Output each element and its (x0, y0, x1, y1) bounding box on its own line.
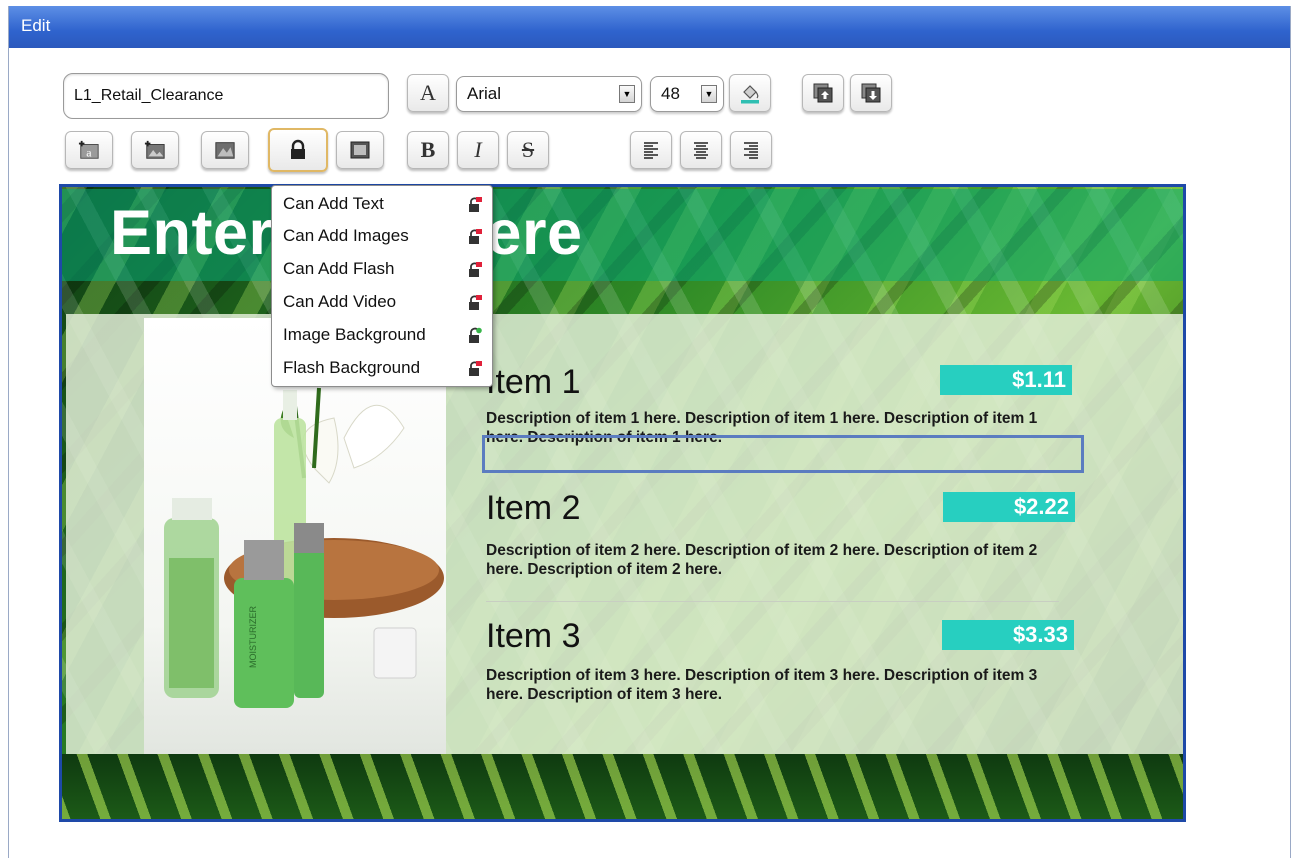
lock-locked-icon (469, 295, 482, 310)
item-2-price[interactable]: $2.22 (943, 492, 1075, 522)
item-divider (486, 601, 1059, 602)
background-button[interactable] (336, 131, 384, 169)
item-3-name[interactable]: Item 3 (486, 617, 580, 656)
item-3-price[interactable]: $3.33 (942, 620, 1074, 650)
lock-locked-icon (469, 197, 482, 212)
align-right-icon (744, 142, 758, 159)
lock-locked-icon (469, 229, 482, 244)
lock-unlocked-icon (469, 327, 482, 343)
bring-forward-icon (813, 83, 833, 103)
lock-settings-button[interactable] (268, 128, 328, 172)
align-center-button[interactable] (680, 131, 722, 169)
edit-window: Edit A Arial ▼ 48 ▼ (8, 6, 1291, 858)
chevron-down-icon: ▼ (619, 85, 635, 103)
send-backward-icon (861, 83, 881, 103)
font-style-label: A (420, 80, 436, 105)
strikethrough-button[interactable]: S (507, 131, 549, 169)
window-title: Edit (21, 16, 51, 35)
lock-locked-icon (469, 262, 482, 277)
selected-text-box[interactable] (482, 435, 1084, 473)
menu-item-label: Can Add Images (283, 226, 409, 245)
send-backward-button[interactable] (850, 74, 892, 112)
lock-permissions-menu: Can Add Text Can Add Images Can Add Flas… (271, 185, 493, 387)
add-image-button[interactable] (131, 131, 179, 169)
menu-item-can-add-flash[interactable]: Can Add Flash (272, 252, 492, 284)
align-left-icon (644, 142, 658, 159)
bottom-band (62, 754, 1183, 819)
window-titlebar: Edit (9, 6, 1290, 48)
paint-bucket-icon (741, 85, 759, 104)
menu-item-can-add-images[interactable]: Can Add Images (272, 219, 492, 251)
font-family-value: Arial (467, 84, 502, 103)
template-name-input[interactable] (63, 73, 389, 119)
menu-item-flash-background[interactable]: Flash Background (272, 351, 492, 383)
item-2-name[interactable]: Item 2 (486, 489, 580, 528)
italic-label: I (474, 137, 482, 162)
menu-item-label: Can Add Text (283, 194, 384, 213)
font-style-button[interactable]: A (407, 74, 449, 112)
align-right-button[interactable] (730, 131, 772, 169)
align-center-icon (694, 142, 708, 159)
menu-item-label: Can Add Flash (283, 259, 395, 278)
menu-item-can-add-text[interactable]: Can Add Text (272, 187, 492, 219)
item-1-name[interactable]: Item 1 (486, 363, 580, 402)
film-icon (215, 142, 235, 159)
add-text-box-button[interactable]: a (65, 131, 113, 169)
item-1-price[interactable]: $1.11 (940, 365, 1072, 395)
add-image-icon (144, 140, 165, 159)
menu-item-image-background[interactable]: Image Background (272, 318, 492, 350)
chevron-down-icon: ▼ (701, 85, 717, 103)
menu-item-label: Image Background (283, 325, 426, 344)
font-family-select[interactable]: Arial ▼ (456, 76, 642, 112)
item-2-description[interactable]: Description of item 2 here. Description … (486, 541, 1076, 579)
item-3-description[interactable]: Description of item 3 here. Description … (486, 666, 1076, 704)
add-text-glyph: a (86, 145, 92, 159)
bold-button[interactable]: B (407, 131, 449, 169)
slide-canvas[interactable]: Enter Title Here MOI (59, 184, 1186, 822)
italic-button[interactable]: I (457, 131, 499, 169)
lock-locked-icon (469, 361, 482, 376)
add-flash-button[interactable] (201, 131, 249, 169)
bottle-label: MOISTURIZER (248, 606, 258, 668)
menu-item-label: Can Add Video (283, 292, 397, 311)
strikethrough-label: S (521, 137, 535, 162)
add-text-icon: a (78, 140, 99, 159)
menu-item-can-add-video[interactable]: Can Add Video (272, 285, 492, 317)
font-size-select[interactable]: 48 ▼ (650, 76, 724, 112)
font-size-value: 48 (661, 84, 680, 103)
background-icon (350, 141, 370, 159)
fill-color-button[interactable] (729, 74, 771, 112)
bold-label: B (420, 137, 436, 162)
bring-forward-button[interactable] (802, 74, 844, 112)
align-left-button[interactable] (630, 131, 672, 169)
menu-item-label: Flash Background (283, 358, 421, 377)
lock-icon (291, 139, 305, 159)
